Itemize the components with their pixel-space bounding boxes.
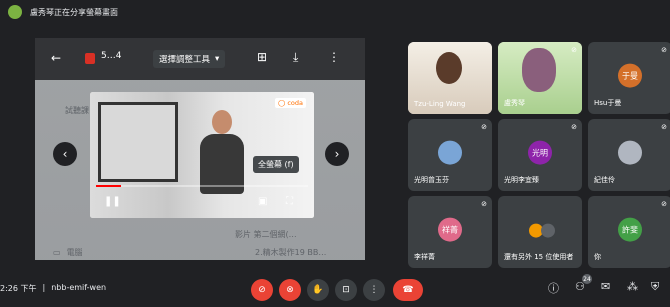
participant-name: 盧秀琴 [504, 99, 525, 107]
participant-photo [618, 140, 642, 165]
group-avatar [541, 223, 555, 238]
tv-icon: ▭ [53, 247, 61, 257]
participant-face [436, 52, 462, 84]
participant-photo [438, 140, 462, 165]
miniplayer-icon[interactable]: ▣ [258, 196, 267, 207]
participant-tile[interactable]: ⊘ 于曼 Hsu于曼 [588, 42, 670, 114]
chevron-right-icon: › [334, 147, 340, 161]
meeting-info-icon[interactable]: ⓘ [548, 280, 559, 296]
participant-tile[interactable]: ⊘ 紀佳伶 [588, 119, 670, 191]
video-logo: ◯ coda [274, 98, 306, 108]
raise-hand-button[interactable]: ✋ [307, 279, 329, 301]
camera-toggle-button[interactable]: ⊗ [279, 279, 301, 301]
more-participants-tile[interactable]: 還有另外 15 位使用者 [498, 196, 582, 268]
mic-off-icon: ⊘ [661, 123, 667, 131]
participant-tile[interactable]: ⊘ 盧秀琴 [498, 42, 582, 114]
bg-row-label: 電腦 [66, 247, 83, 257]
hang-up-icon: ☎ [402, 285, 414, 295]
tool-select-label: 選擇調整工具 [159, 55, 211, 65]
bg-row: 2.精木製作19 BB… [255, 247, 327, 257]
host-controls-icon[interactable]: ⛨ [651, 280, 659, 294]
mic-off-icon: ⊘ [571, 123, 577, 131]
tool-select-dropdown[interactable]: 選擇調整工具 ▾ [153, 50, 226, 68]
mic-off-icon: ⊘ [571, 46, 577, 54]
participant-name: Hsu于曼 [594, 99, 622, 107]
page-counter: 5…4 [101, 51, 122, 61]
download-icon[interactable]: ⤓ [293, 50, 298, 65]
video-presenter [200, 110, 244, 210]
activities-icon[interactable]: ⁂ [627, 280, 638, 293]
people-icon[interactable]: ⚇ [575, 280, 585, 293]
meet-window: 盧秀琴正在分享螢幕畫面 試聽課 › 影片 第二個網(… ▭ 電腦 2.精木製作1… [0, 0, 670, 307]
back-arrow-icon[interactable]: ← [51, 51, 61, 65]
slides-file-icon [85, 53, 95, 64]
present-icon: ⊡ [342, 285, 350, 295]
participant-avatar: 許斐 [618, 217, 642, 242]
participant-name: 光明曾玉芬 [414, 176, 449, 184]
participant-name: 紀佳伶 [594, 176, 615, 184]
video-window-shape [98, 102, 178, 182]
participant-tile[interactable]: ⊘ 光明 光明李宜臻 [498, 119, 582, 191]
more-vert-icon: ⋮ [369, 285, 379, 295]
add-comment-icon[interactable]: ⊞ [257, 50, 267, 64]
mic-off-icon: ⊘ [481, 200, 487, 208]
divider: | [42, 283, 46, 292]
video-progress-fill [96, 185, 122, 187]
bg-row: 影片 第二個網(… [235, 229, 297, 239]
video-player[interactable]: ◯ coda 全螢幕 (f) ❚❚ ▣ ⛶ [90, 92, 314, 218]
participant-tile[interactable]: Tzu-Ling Wang [408, 42, 492, 114]
participant-avatar: 祥菁 [438, 217, 462, 242]
participant-tile[interactable]: ⊘ 祥菁 李祥菁 [408, 196, 492, 268]
participant-name: 還有另外 15 位使用者 [504, 253, 574, 261]
mic-off-icon: ⊘ [258, 285, 266, 295]
participant-tile[interactable]: ⊘ 光明曾玉芬 [408, 119, 492, 191]
participant-name: Tzu-Ling Wang [414, 100, 466, 108]
presenter-head [212, 110, 232, 134]
more-options-button[interactable]: ⋮ [363, 279, 385, 301]
current-time: 2:26 下午 [0, 284, 37, 293]
video-progress-bar[interactable] [96, 185, 308, 187]
pause-icon[interactable]: ❚❚ [104, 196, 121, 207]
fullscreen-icon[interactable]: ⛶ [286, 196, 293, 207]
previous-slide-button[interactable]: ‹ [53, 142, 77, 166]
presenting-title: 盧秀琴正在分享螢幕畫面 [30, 7, 118, 17]
mic-off-icon: ⊘ [661, 200, 667, 208]
fullscreen-tooltip: 全螢幕 (f) [253, 156, 299, 173]
meeting-code: nbb-emif-wen [51, 283, 107, 292]
presentation-toolbar: ← 5…4 選擇調整工具 ▾ ⊞ ⤓ ⋮ [35, 38, 365, 80]
mic-off-icon: ⊘ [481, 123, 487, 131]
leave-call-button[interactable]: ☎ [393, 279, 423, 301]
camera-off-icon: ⊗ [286, 285, 294, 295]
presenting-banner: 盧秀琴正在分享螢幕畫面 [0, 0, 670, 24]
hand-icon: ✋ [312, 285, 324, 295]
participant-name: 李祥菁 [414, 253, 435, 261]
mic-toggle-button[interactable]: ⊘ [251, 279, 273, 301]
presenter-avatar [8, 5, 22, 19]
participant-tile[interactable]: ⊘ 許斐 你 [588, 196, 670, 268]
caret-down-icon: ▾ [215, 54, 220, 64]
chevron-left-icon: ‹ [62, 147, 68, 161]
participant-avatar: 光明 [528, 140, 552, 165]
meeting-details: 2:26 下午 | nbb-emif-wen [0, 283, 106, 294]
participant-name: 你 [594, 253, 601, 261]
more-options-icon[interactable]: ⋮ [328, 50, 340, 64]
mic-off-icon: ⊘ [661, 46, 667, 54]
present-button[interactable]: ⊡ [335, 279, 357, 301]
chat-icon[interactable]: ✉ [601, 280, 610, 293]
participant-name: 光明李宜臻 [504, 176, 539, 184]
participant-face [522, 48, 556, 92]
next-slide-button[interactable]: › [325, 142, 349, 166]
participant-avatar: 于曼 [618, 63, 642, 88]
